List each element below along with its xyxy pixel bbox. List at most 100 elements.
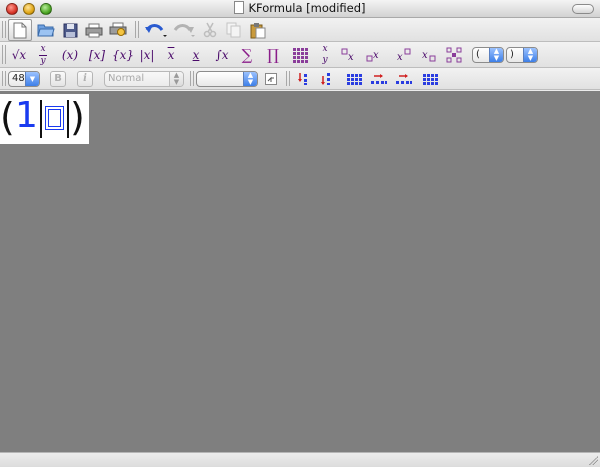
symbol-select[interactable]: ▲ ▼ [196, 71, 258, 87]
stack-top: x [322, 44, 328, 54]
overline-label: x [167, 48, 175, 62]
lower-right-index-button[interactable]: x [419, 45, 439, 65]
print-preview-icon [109, 22, 127, 36]
toolbar-grip[interactable] [2, 21, 6, 38]
square-brackets-label: [x] [88, 48, 106, 62]
insert-row-below-button[interactable] [317, 71, 335, 87]
redo-arrow-icon [173, 24, 195, 37]
title-bar: KFormula [modified] [0, 0, 600, 18]
toolbar-grip[interactable] [135, 21, 139, 38]
root-button[interactable]: √x [9, 45, 29, 65]
formula-left-paren: ( [0, 95, 15, 139]
fraction-button[interactable]: xy [33, 44, 53, 66]
text-style-select[interactable]: Normal ▲ ▼ [104, 71, 184, 87]
text-style-value: Normal [108, 73, 145, 84]
toolbar-grip[interactable] [2, 71, 6, 86]
absolute-value-button[interactable]: |x| [136, 45, 158, 65]
matrix-rows-icon [346, 73, 362, 85]
formula-view[interactable]: ( 1 ) [0, 94, 89, 144]
upper-left-index-icon: x [341, 48, 354, 62]
copy-icon [226, 22, 241, 38]
svg-text:x: x [348, 52, 354, 62]
floppy-disk-icon [63, 23, 77, 37]
print-button[interactable] [83, 20, 105, 40]
curly-brackets-button[interactable]: {x} [111, 45, 135, 65]
formula-canvas[interactable]: ( 1 ) [0, 91, 600, 452]
open-button[interactable] [35, 20, 57, 40]
lower-right-index-icon: x [422, 50, 436, 62]
insert-column-right-icon [396, 74, 412, 84]
copy-button[interactable] [223, 20, 245, 40]
format-toolbar: 48 ▼ B i Normal ▲ ▼ ▲ ▼ [0, 68, 600, 90]
root-label: √x [11, 48, 27, 62]
main-toolbar [0, 18, 600, 42]
new-document-button[interactable] [8, 19, 32, 41]
upper-left-index-button[interactable]: x [339, 45, 359, 65]
remove-row-button[interactable] [344, 71, 364, 87]
insert-column-right-button[interactable] [394, 71, 414, 87]
sum-label: ∑ [241, 46, 253, 64]
font-size-select[interactable]: 48 ▼ [8, 71, 40, 87]
save-button[interactable] [59, 20, 81, 40]
general-index-icon [446, 47, 462, 63]
chevron-updown-icon: ▲ ▼ [523, 48, 537, 62]
document-proxy-icon[interactable] [234, 1, 245, 14]
kformula-window: KFormula [modified] √x x y (x) [x] {x} |… [0, 0, 600, 467]
italic-button[interactable]: i [77, 71, 93, 87]
underline-button[interactable]: x [185, 45, 207, 65]
window-title: KFormula [modified] [248, 1, 366, 15]
resize-grip-icon[interactable] [588, 455, 598, 465]
integral-button[interactable]: ∫x [211, 45, 233, 65]
window-title-wrap: KFormula [modified] [0, 1, 600, 15]
curly-brackets-label: {x} [111, 48, 135, 62]
lower-left-index-icon: x [366, 50, 379, 62]
insert-row-above-button[interactable] [294, 71, 312, 87]
toolbar-grip[interactable] [286, 71, 290, 86]
parentheses-label: (x) [61, 48, 79, 62]
math-toolbar: √x xy (x) [x] {x} |x| x x ∫x ∑ ∏ x y x x… [0, 42, 600, 68]
toolbar-grip[interactable] [2, 45, 6, 64]
sum-button[interactable]: ∑ [236, 45, 258, 65]
toolbar-grip[interactable] [190, 71, 194, 86]
formula-abs-right-bar [67, 100, 69, 138]
square-brackets-button[interactable]: [x] [85, 45, 109, 65]
insert-column-left-button[interactable] [369, 71, 389, 87]
insert-symbol-button[interactable] [263, 71, 279, 87]
lower-left-index-button[interactable]: x [364, 45, 384, 65]
overline-button[interactable]: x [160, 45, 182, 65]
fraction-numerator: x [40, 43, 46, 54]
redo-button[interactable] [171, 20, 197, 40]
matrix-columns-icon [422, 73, 438, 85]
upper-right-index-button[interactable]: x [394, 45, 414, 65]
print-preview-button[interactable] [107, 20, 129, 40]
remove-column-button[interactable] [420, 71, 440, 87]
formula-number[interactable]: 1 [15, 94, 38, 138]
product-label: ∏ [267, 46, 279, 64]
left-bracket-value: ( [476, 49, 480, 60]
stack-button[interactable]: xy [315, 44, 335, 66]
left-bracket-select[interactable]: ( ▲ ▼ [472, 47, 504, 63]
svg-text:x: x [373, 50, 379, 61]
bold-label: B [54, 73, 62, 84]
matrix-button[interactable] [289, 45, 311, 65]
right-bracket-select[interactable]: ) ▲ ▼ [506, 47, 538, 63]
chevron-updown-icon: ▲ ▼ [489, 48, 503, 62]
undo-button[interactable] [143, 20, 169, 40]
stack-icon: xy [322, 45, 327, 65]
font-size-value: 48 [12, 73, 25, 84]
absolute-value-label: |x| [139, 48, 155, 62]
right-bracket-value: ) [510, 49, 514, 60]
toolbar-toggle-button[interactable] [572, 4, 594, 14]
formula-placeholder-cursor[interactable] [45, 106, 64, 130]
product-button[interactable]: ∏ [262, 45, 284, 65]
fraction-icon: xy [39, 43, 47, 66]
bold-button[interactable]: B [50, 71, 66, 87]
undo-arrow-icon [145, 24, 167, 37]
cut-button[interactable] [199, 20, 221, 40]
formula-right-paren: ) [70, 95, 85, 139]
fraction-denominator: y [40, 55, 46, 66]
general-index-button[interactable] [444, 45, 464, 65]
paste-button[interactable] [247, 20, 269, 40]
parentheses-button[interactable]: (x) [58, 45, 82, 65]
printer-icon [85, 23, 103, 37]
